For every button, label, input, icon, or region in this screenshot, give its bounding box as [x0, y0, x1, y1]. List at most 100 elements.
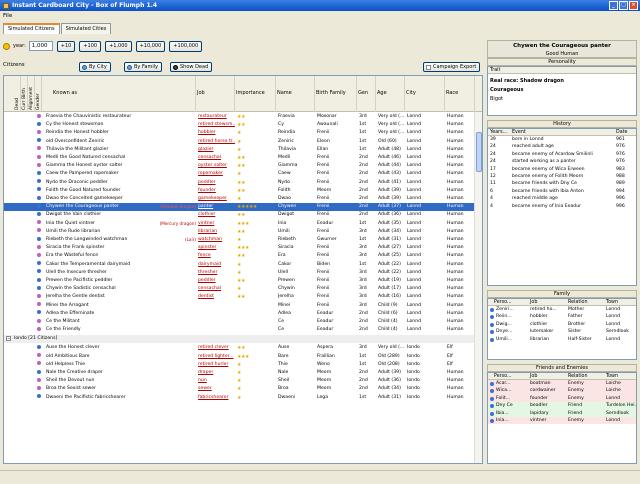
table-row[interactable]: Ulell the Insecure thresher thresher ★ Ulel…: [4, 269, 482, 277]
list-item[interactable]: Dnye... lutemaker Sister Serndlook: [488, 328, 636, 335]
table-row[interactable]: Era the Wasteful fence fence ★★ Era Frenii 3r…: [4, 252, 482, 260]
col-name[interactable]: Name: [276, 76, 315, 112]
by-city-button[interactable]: By City: [79, 62, 111, 72]
table-row[interactable]: Medli the Good Natured censachal censacha…: [4, 154, 482, 162]
cell-job[interactable]: oyster salter: [198, 162, 235, 170]
list-item[interactable]: Umili... librarian Half-Sister Lonnd: [488, 336, 636, 343]
scrollbar-thumb[interactable]: [476, 132, 482, 172]
table-row[interactable]: old Ambitious Bare retired lighter... ★★★ B…: [4, 353, 482, 361]
list-item[interactable]: 24 became enemy of Acardow Smilinli 976: [488, 151, 636, 158]
table-row[interactable]: Fraevia the Chauvinistic restaurateur res…: [4, 113, 482, 121]
cell-job[interactable]: censachal: [198, 154, 235, 162]
cell-job[interactable]: hobbler: [198, 129, 235, 137]
cell-job[interactable]: draper: [198, 369, 235, 377]
cell-job[interactable]: dentist: [198, 293, 235, 301]
table-row[interactable]: Dwigot the Vain clothier clothier ★★ Dwigot…: [4, 211, 482, 219]
cell-job[interactable]: glazier: [198, 146, 235, 154]
year-plus-1000-button[interactable]: +1,000: [105, 40, 132, 52]
cell-job[interactable]: peddler: [198, 179, 235, 187]
table-row[interactable]: old Overconfident Zeniric retired horse t…: [4, 138, 482, 146]
cell-job[interactable]: peddler: [198, 277, 235, 285]
col-race[interactable]: Race: [445, 76, 475, 112]
year-plus-100000-button[interactable]: +100,000: [169, 40, 203, 52]
list-item[interactable]: Reiin... hobbler Father Lonnd: [488, 313, 636, 320]
tab-simulated-citizens[interactable]: Simulated Citizens: [3, 23, 60, 34]
cell-job[interactable]: retired clever: [198, 344, 235, 352]
cell-job[interactable]: retired hurler: [198, 361, 235, 369]
cell-job[interactable]: clothier: [198, 211, 235, 219]
cell-job[interactable]: thresher: [198, 269, 235, 277]
cell-job[interactable]: librarian: [198, 228, 235, 236]
by-family-button[interactable]: By Family: [124, 62, 163, 72]
cell-job[interactable]: gamekeeper: [198, 195, 235, 203]
cell-job[interactable]: vintner: [198, 220, 235, 228]
cell-job[interactable]: sewer: [198, 385, 235, 393]
cell-job[interactable]: retired lighter...: [198, 353, 235, 361]
table-row[interactable]: Umili the Rude librarian librarian ★★ Umili…: [4, 228, 482, 236]
table-row[interactable]: old Helpless Thie retired hurler ★ Thie Weno…: [4, 361, 482, 369]
table-row[interactable]: Thilavia the Militant glazier glazier ★ Thi…: [4, 146, 482, 154]
cell-job[interactable]: spinster: [198, 244, 235, 252]
list-item[interactable]: 4 became enemy of Inia Eeadur 996: [488, 203, 636, 210]
table-row[interactable]: Sheil the Devout nun nun ★ Sheil Meorn 2nd Adu…: [4, 377, 482, 385]
col-gender[interactable]: Gender: [35, 76, 42, 112]
cell-job[interactable]: fence: [198, 252, 235, 260]
cell-job[interactable]: panter: [198, 203, 235, 211]
table-row[interactable]: Adlea the Effeminate Adlea Eeadur 2nd Child …: [4, 310, 482, 318]
table-row[interactable]: Ce the Militant Ce Eeadur 2nd Child (4) Lonnd…: [4, 318, 482, 326]
table-row[interactable]: Cy the Honest stewsman retired stewsm... ★…: [4, 121, 482, 129]
table-row[interactable]: Prewen the Pacifistic peddler peddler ★★ Pr…: [4, 277, 482, 285]
list-item[interactable]: 12 became enemy of Folith Meorn 988: [488, 173, 636, 180]
table-row[interactable]: Reindia the Honest hobbler hobbler ★ Reindi…: [4, 129, 482, 137]
year-plus-10-button[interactable]: +10: [56, 40, 76, 52]
col-gen[interactable]: Gen: [357, 76, 376, 112]
col-dead[interactable]: Dead: [14, 76, 21, 112]
table-row[interactable]: Ause the Honest clever retired clever ★★ Au…: [4, 344, 482, 352]
list-item[interactable]: 4 reached middle age 996: [488, 195, 636, 202]
table-row[interactable]: Nydo the Draconic peddler peddler ★★ Nydo Fr…: [4, 179, 482, 187]
col-known-as[interactable]: Known as: [52, 76, 196, 112]
list-item[interactable]: 24 started working as a panter 976: [488, 158, 636, 165]
year-input[interactable]: 1,000: [28, 41, 53, 51]
year-plus-100-button[interactable]: +100: [79, 40, 102, 52]
table-row[interactable]: Dwao the Conceited gamekeeper gamekeeper ★…: [4, 195, 482, 203]
cell-job[interactable]: restaurateur: [198, 113, 235, 121]
table-row[interactable]: Riebeth the Longwinded watchman (Lair) wat…: [4, 236, 482, 244]
list-item[interactable]: Inia... vintner Enemy Lonnd: [488, 416, 636, 425]
table-row[interactable]: Caew the Pampered ropemaker ropemaker ★ Cae…: [4, 170, 482, 178]
table-row[interactable]: Chywin the Sadistic censachal censachal ★ C…: [4, 285, 482, 293]
list-item[interactable]: Acar... boatman Enemy Loiche: [488, 380, 636, 388]
list-item[interactable]: 24 reached adult age 976: [488, 143, 636, 150]
list-item[interactable]: Dny Ce beadler Friend Turdelon Hei...: [488, 402, 636, 410]
close-button[interactable]: ×: [629, 1, 638, 10]
table-row[interactable]: Ce the Friendly Ce Eeadur 2nd Child (4) Lonnd…: [4, 326, 482, 334]
col-age[interactable]: Age: [376, 76, 405, 112]
table-row[interactable]: Giamma the Honest oyster salter oyster sa…: [4, 162, 482, 170]
col-job[interactable]: Job: [196, 76, 235, 112]
list-item[interactable]: Zeniri... retired ho... Mother Lonnd: [488, 306, 636, 313]
cell-job[interactable]: dairymaid: [198, 261, 235, 269]
table-row[interactable]: Broa the Sexist sewer sewer ★ Broa Meorn 2nd A…: [4, 385, 482, 393]
col-importance[interactable]: Importance: [235, 76, 276, 112]
table-row[interactable]: Cakor the Temperamental dairymaid dairyma…: [4, 261, 482, 269]
table-row[interactable]: Chywen the Courageous panter (Shadow drag…: [4, 203, 482, 212]
cell-job[interactable]: watchman: [198, 236, 235, 244]
col-birth-family[interactable]: Birth Family: [315, 76, 357, 112]
list-item[interactable]: 17 became enemy of Wica Erween 983: [488, 166, 636, 173]
tab-simulated-cities[interactable]: Simulated Cities: [60, 23, 112, 34]
collapse-icon[interactable]: −: [6, 336, 11, 342]
cell-job[interactable]: retired stewsm...: [198, 121, 235, 129]
year-plus-10000-button[interactable]: +10,000: [135, 40, 166, 52]
list-item[interactable]: Ibia... lapidary Friend Serndlook: [488, 409, 636, 417]
maximize-button[interactable]: □: [619, 1, 628, 10]
table-row[interactable]: Jerelha the Gentle dentist dentist ★★ Jerel…: [4, 293, 482, 301]
list-item[interactable]: Wica... cordwainer Enemy Loiche: [488, 387, 636, 395]
campaign-export-button[interactable]: Campaign Export: [423, 62, 481, 72]
cell-job[interactable]: retired horse tr...: [198, 138, 235, 146]
menu-file[interactable]: File: [3, 13, 12, 19]
list-item[interactable]: 11 became friends with Dny Ce 989: [488, 180, 636, 187]
cell-job[interactable]: founder: [198, 187, 235, 195]
list-item[interactable]: 6 became friends with Ibia Anton 994: [488, 188, 636, 195]
list-item[interactable]: Folit... founder Enemy Lonnd: [488, 394, 636, 403]
show-dead-button[interactable]: Show Dead: [170, 62, 213, 72]
